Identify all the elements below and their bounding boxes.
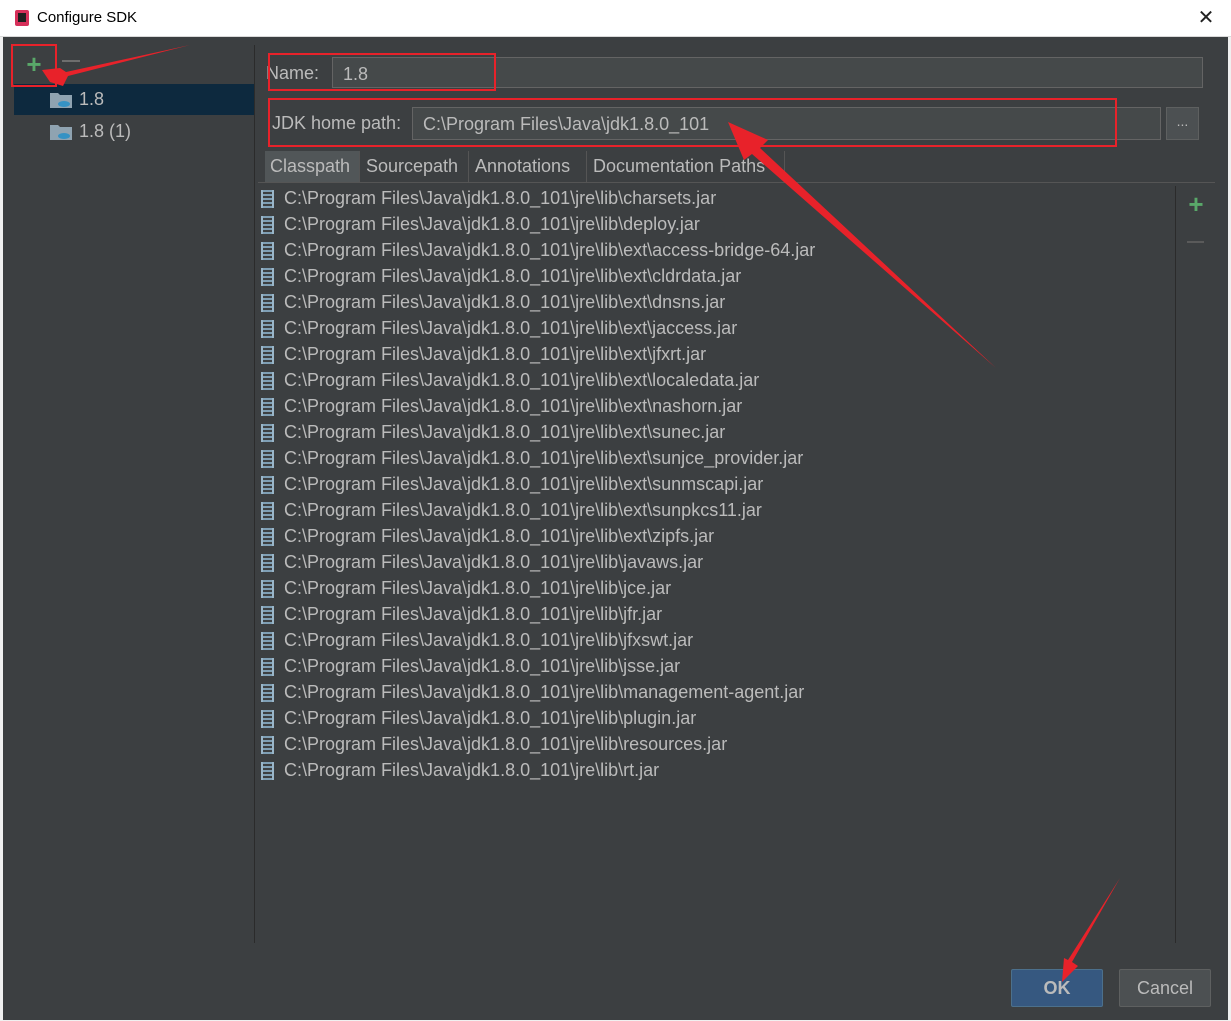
jar-archive-icon (261, 684, 274, 702)
classpath-entry: C:\Program Files\Java\jdk1.8.0_101\jre\l… (284, 448, 804, 468)
classpath-entry: C:\Program Files\Java\jdk1.8.0_101\jre\l… (284, 240, 816, 260)
classpath-row[interactable]: C:\Program Files\Java\jdk1.8.0_101\jre\l… (258, 628, 1175, 654)
classpath-row[interactable]: C:\Program Files\Java\jdk1.8.0_101\jre\l… (258, 420, 1175, 446)
classpath-row[interactable]: C:\Program Files\Java\jdk1.8.0_101\jre\l… (258, 186, 1175, 212)
jar-archive-icon (261, 710, 274, 728)
classpath-entry: C:\Program Files\Java\jdk1.8.0_101\jre\l… (284, 188, 717, 208)
classpath-row[interactable]: C:\Program Files\Java\jdk1.8.0_101\jre\l… (258, 680, 1175, 706)
sdk-list-item[interactable]: 1.8 (14, 84, 254, 115)
classpath-row[interactable]: C:\Program Files\Java\jdk1.8.0_101\jre\l… (258, 472, 1175, 498)
jar-archive-icon (261, 346, 274, 364)
sdk-list-item[interactable]: 1.8 (1) (14, 116, 254, 147)
classpath-entry: C:\Program Files\Java\jdk1.8.0_101\jre\l… (284, 214, 700, 234)
remove-sdk-minus-icon[interactable] (62, 60, 80, 68)
classpath-row[interactable]: C:\Program Files\Java\jdk1.8.0_101\jre\l… (258, 524, 1175, 550)
jar-archive-icon (261, 242, 274, 260)
classpath-entry: C:\Program Files\Java\jdk1.8.0_101\jre\l… (284, 578, 672, 598)
add-path-plus-icon[interactable]: + (1184, 191, 1208, 217)
classpath-entry: C:\Program Files\Java\jdk1.8.0_101\jre\l… (284, 604, 663, 624)
remove-path-minus-icon[interactable] (1187, 241, 1204, 243)
jar-archive-icon (261, 658, 274, 676)
tab-classpath[interactable]: Classpath (265, 151, 360, 182)
classpath-entry: C:\Program Files\Java\jdk1.8.0_101\jre\l… (284, 760, 660, 780)
classpath-entry: C:\Program Files\Java\jdk1.8.0_101\jre\l… (284, 344, 707, 364)
jar-archive-icon (261, 476, 274, 494)
browse-button[interactable]: ... (1166, 107, 1199, 140)
tab-annotations[interactable]: Annotations (470, 151, 587, 182)
title-bar: Configure SDK ✕ (0, 0, 1231, 37)
sdk-list-panel (14, 45, 254, 943)
jar-archive-icon (261, 528, 274, 546)
classpath-entry: C:\Program Files\Java\jdk1.8.0_101\jre\l… (284, 266, 742, 286)
ok-button[interactable]: OK (1011, 969, 1103, 1007)
sdk-item-label: 1.8 (79, 89, 105, 109)
classpath-row[interactable]: C:\Program Files\Java\jdk1.8.0_101\jre\l… (258, 732, 1175, 758)
tab-documentation-paths[interactable]: Documentation Paths (588, 151, 785, 182)
tab-sourcepath[interactable]: Sourcepath (361, 151, 469, 182)
classpath-entry: C:\Program Files\Java\jdk1.8.0_101\jre\l… (284, 656, 681, 676)
jar-archive-icon (261, 268, 274, 286)
classpath-row[interactable]: C:\Program Files\Java\jdk1.8.0_101\jre\l… (258, 290, 1175, 316)
annotation-box-add (11, 44, 57, 87)
jar-archive-icon (261, 398, 274, 416)
classpath-row[interactable]: C:\Program Files\Java\jdk1.8.0_101\jre\l… (258, 238, 1175, 264)
cancel-button[interactable]: Cancel (1119, 969, 1211, 1007)
classpath-entry: C:\Program Files\Java\jdk1.8.0_101\jre\l… (284, 500, 762, 520)
sdk-folder-icon (50, 125, 72, 140)
jar-archive-icon (261, 320, 274, 338)
classpath-row[interactable]: C:\Program Files\Java\jdk1.8.0_101\jre\l… (258, 758, 1175, 784)
tab-underline (258, 182, 1215, 183)
classpath-entry: C:\Program Files\Java\jdk1.8.0_101\jre\l… (284, 630, 694, 650)
jar-archive-icon (261, 762, 274, 780)
classpath-entry: C:\Program Files\Java\jdk1.8.0_101\jre\l… (284, 682, 805, 702)
sdk-folder-icon (50, 93, 72, 108)
sdk-item-label: 1.8 (1) (79, 121, 132, 141)
classpath-row[interactable]: C:\Program Files\Java\jdk1.8.0_101\jre\l… (258, 368, 1175, 394)
classpath-row[interactable]: C:\Program Files\Java\jdk1.8.0_101\jre\l… (258, 654, 1175, 680)
classpath-entry: C:\Program Files\Java\jdk1.8.0_101\jre\l… (284, 526, 715, 546)
classpath-row[interactable]: C:\Program Files\Java\jdk1.8.0_101\jre\l… (258, 602, 1175, 628)
annotation-box-name (268, 53, 496, 91)
classpath-list[interactable]: C:\Program Files\Java\jdk1.8.0_101\jre\l… (258, 186, 1175, 943)
jar-archive-icon (261, 372, 274, 390)
classpath-entry: C:\Program Files\Java\jdk1.8.0_101\jre\l… (284, 370, 760, 390)
classpath-row[interactable]: C:\Program Files\Java\jdk1.8.0_101\jre\l… (258, 446, 1175, 472)
intellij-app-icon (15, 10, 29, 26)
jar-archive-icon (261, 190, 274, 208)
jar-archive-icon (261, 450, 274, 468)
classpath-entry: C:\Program Files\Java\jdk1.8.0_101\jre\l… (284, 474, 764, 494)
classpath-entry: C:\Program Files\Java\jdk1.8.0_101\jre\l… (284, 318, 738, 338)
classpath-row[interactable]: C:\Program Files\Java\jdk1.8.0_101\jre\l… (258, 706, 1175, 732)
annotation-box-jdk-path (268, 98, 1117, 147)
classpath-row[interactable]: C:\Program Files\Java\jdk1.8.0_101\jre\l… (258, 394, 1175, 420)
classpath-entry: C:\Program Files\Java\jdk1.8.0_101\jre\l… (284, 552, 704, 572)
classpath-entry: C:\Program Files\Java\jdk1.8.0_101\jre\l… (284, 708, 697, 728)
classpath-row[interactable]: C:\Program Files\Java\jdk1.8.0_101\jre\l… (258, 316, 1175, 342)
jar-archive-icon (261, 294, 274, 312)
close-button[interactable]: ✕ (1192, 5, 1220, 31)
classpath-row[interactable]: C:\Program Files\Java\jdk1.8.0_101\jre\l… (258, 550, 1175, 576)
jar-archive-icon (261, 580, 274, 598)
jar-archive-icon (261, 632, 274, 650)
classpath-entry: C:\Program Files\Java\jdk1.8.0_101\jre\l… (284, 396, 743, 416)
classpath-entry: C:\Program Files\Java\jdk1.8.0_101\jre\l… (284, 422, 726, 442)
jar-archive-icon (261, 424, 274, 442)
classpath-entry: C:\Program Files\Java\jdk1.8.0_101\jre\l… (284, 292, 726, 312)
classpath-row[interactable]: C:\Program Files\Java\jdk1.8.0_101\jre\l… (258, 212, 1175, 238)
jar-archive-icon (261, 606, 274, 624)
window-title: Configure SDK (37, 9, 138, 26)
jar-archive-icon (261, 216, 274, 234)
classpath-entry: C:\Program Files\Java\jdk1.8.0_101\jre\l… (284, 734, 728, 754)
classpath-row[interactable]: C:\Program Files\Java\jdk1.8.0_101\jre\l… (258, 576, 1175, 602)
jar-archive-icon (261, 736, 274, 754)
classpath-row[interactable]: C:\Program Files\Java\jdk1.8.0_101\jre\l… (258, 264, 1175, 290)
panel-divider (254, 45, 255, 943)
jar-archive-icon (261, 554, 274, 572)
jar-archive-icon (261, 502, 274, 520)
classpath-row[interactable]: C:\Program Files\Java\jdk1.8.0_101\jre\l… (258, 498, 1175, 524)
classpath-row[interactable]: C:\Program Files\Java\jdk1.8.0_101\jre\l… (258, 342, 1175, 368)
list-toolbar-divider (1175, 186, 1176, 943)
